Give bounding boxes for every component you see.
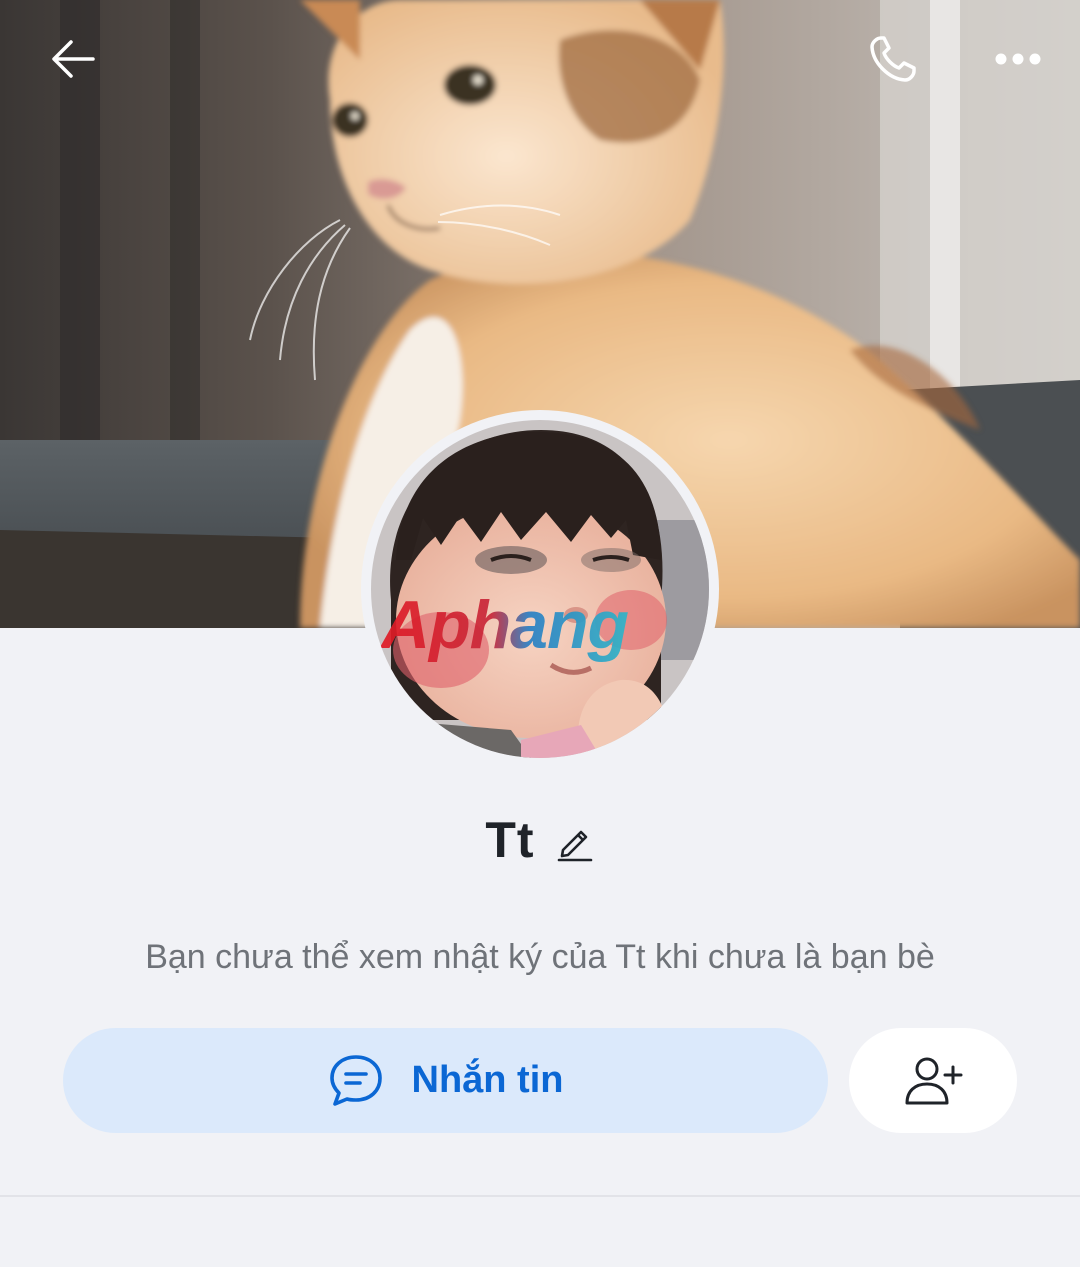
more-dots-icon (995, 53, 1041, 65)
chat-bubble-icon (329, 1054, 382, 1106)
more-button[interactable] (975, 18, 1061, 100)
avatar[interactable]: Aphang (361, 410, 719, 768)
phone-icon (870, 36, 916, 82)
add-friend-icon (905, 1057, 963, 1104)
pencil-icon[interactable] (555, 822, 595, 862)
profile-name-row: Tt (0, 805, 1080, 875)
message-button[interactable]: Nhắn tin (63, 1028, 828, 1133)
message-button-label: Nhắn tin (411, 1059, 564, 1101)
profile-name: Tt (485, 812, 535, 868)
call-button[interactable] (850, 18, 936, 100)
add-friend-button[interactable] (849, 1028, 1017, 1133)
back-button[interactable] (30, 18, 116, 100)
diary-privacy-notice: Bạn chưa thể xem nhật ký của Tt khi chưa… (145, 938, 935, 976)
divider (0, 1195, 1080, 1197)
avatar-image: Aphang (371, 420, 709, 758)
watermark-text: Aphang (379, 587, 629, 663)
arrow-left-icon (52, 40, 95, 78)
profile-screen: Aphang Tt Bạn chưa thể xem nhật ký của T… (0, 0, 1080, 1267)
